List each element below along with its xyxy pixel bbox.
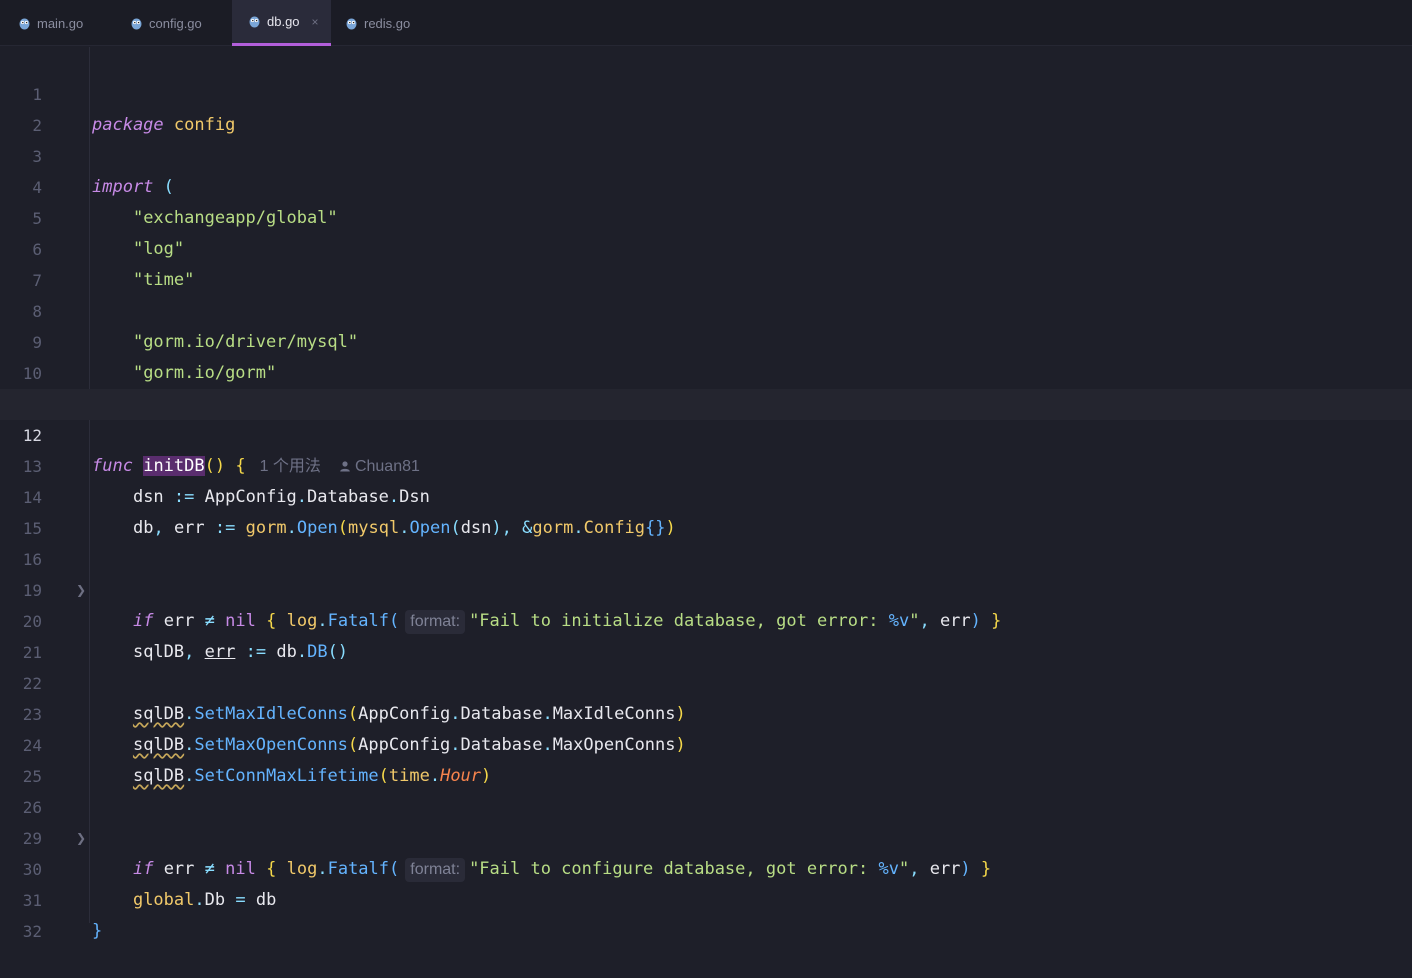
code-line: 21 [0,606,1412,662]
code-line: 19 [0,544,1412,600]
gopher-icon [130,17,143,30]
gopher-icon [345,17,358,30]
tab-label: db.go [267,14,300,29]
code-line: 30 global.Db = db [0,823,1412,910]
closing-brace: } [92,921,103,941]
gopher-icon [248,15,261,28]
code-line: 7 [0,234,1412,290]
code-line: 29 [0,792,1412,848]
tab-db-go[interactable]: db.go × [232,0,331,46]
code-line: 3 import ( [0,110,1412,197]
tab-label: main.go [37,15,84,31]
code-line: 2 [0,79,1412,135]
tab-label: config.go [149,15,202,31]
code-line: 15 [0,482,1412,538]
line-number: 32 [22,922,42,941]
code-line: 26 ❯ if err ≠ nil { log.Fatalf(format: "F… [0,761,1412,882]
close-icon[interactable]: × [312,15,319,29]
code-line: 8 "gorm.io/driver/mysql" [0,265,1412,352]
current-code-line: 12 func initDB() {1 个用法 Chuan81 [0,389,1412,476]
code-line: 24 sqlDB.SetConnMaxLifetime(time.Hour) [0,699,1412,786]
code-line: 6 "time" [0,203,1412,290]
code-line: 20 sqlDB, err := db.DB() [0,575,1412,662]
code-line: 14 db, err := gorm.Open(mysql.Open(dsn),… [0,451,1412,538]
code-line: 13 dsn := AppConfig.Database.Dsn [0,420,1412,507]
code-line: 1 package config [0,48,1412,135]
code-line: 11 [0,358,1412,414]
code-line: 25 [0,730,1412,786]
gopher-icon [18,17,31,30]
tab-main-go[interactable]: main.go [0,0,110,46]
code-line: 23 sqlDB.SetMaxOpenConns(AppConfig.Datab… [0,668,1412,755]
tab-label: redis.go [364,15,411,31]
code-line: 4 "exchangeapp/global" [0,141,1412,228]
editor-tab-bar: main.go config.go db.go × redis.go [0,0,1412,46]
code-line: 32 [0,885,1412,941]
code-line: 10 ) [0,327,1412,414]
code-line: 9 "gorm.io/gorm" [0,296,1412,383]
tab-config-go[interactable]: config.go [112,0,230,46]
code-line: 22 sqlDB.SetMaxIdleConns(AppConfig.Datab… [0,637,1412,724]
tab-redis-go[interactable]: redis.go [333,0,433,46]
code-line: 5 "log" [0,172,1412,259]
code-line: 16 ❯ if err ≠ nil { log.Fatalf(format: "F… [0,513,1412,634]
code-line: 31 } [0,854,1412,941]
code-editor[interactable]: 1 package config 2 3 import ( 4 "exchang… [0,47,1412,941]
